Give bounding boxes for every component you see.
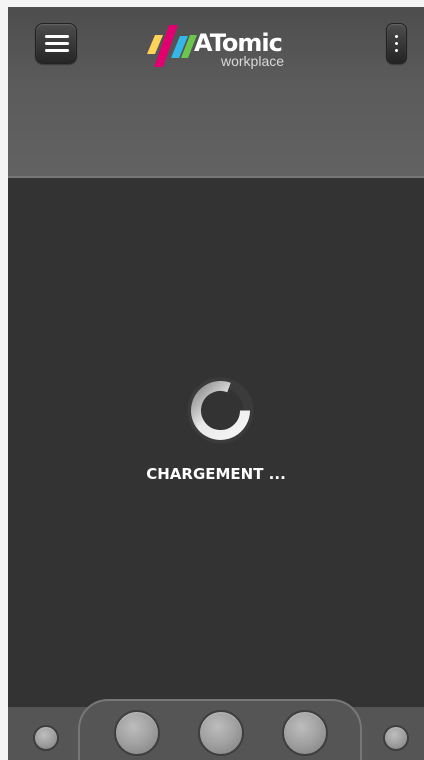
hamburger-line-3: [45, 49, 69, 52]
hamburger-line-2: [45, 42, 69, 45]
small-right-circle-icon[interactable]: [383, 725, 409, 751]
loading-spinner-icon: [187, 377, 254, 444]
atomic-workplace-logo: ATomic workplace: [143, 15, 313, 73]
logo-mark: [147, 25, 197, 67]
logo-subtitle-text: workplace: [221, 53, 285, 69]
mobile-screen: ATomic workplace CHARGEMENT ...: [8, 7, 424, 760]
top-app-bar: ATomic workplace: [8, 7, 424, 178]
hamburger-line-1: [45, 35, 69, 38]
vertical-dot-2: [395, 42, 398, 45]
circle-nav-button-3[interactable]: [282, 710, 328, 756]
small-left-circle-icon[interactable]: [33, 725, 59, 751]
vertical-dot-3: [395, 49, 398, 52]
more-options-button[interactable]: [386, 23, 407, 64]
circle-nav-button-1[interactable]: [114, 710, 160, 756]
vertical-dot-1: [395, 35, 398, 38]
circle-nav-button-2[interactable]: [198, 710, 244, 756]
menu-button[interactable]: [35, 23, 77, 64]
loading-label: CHARGEMENT ...: [146, 465, 286, 483]
